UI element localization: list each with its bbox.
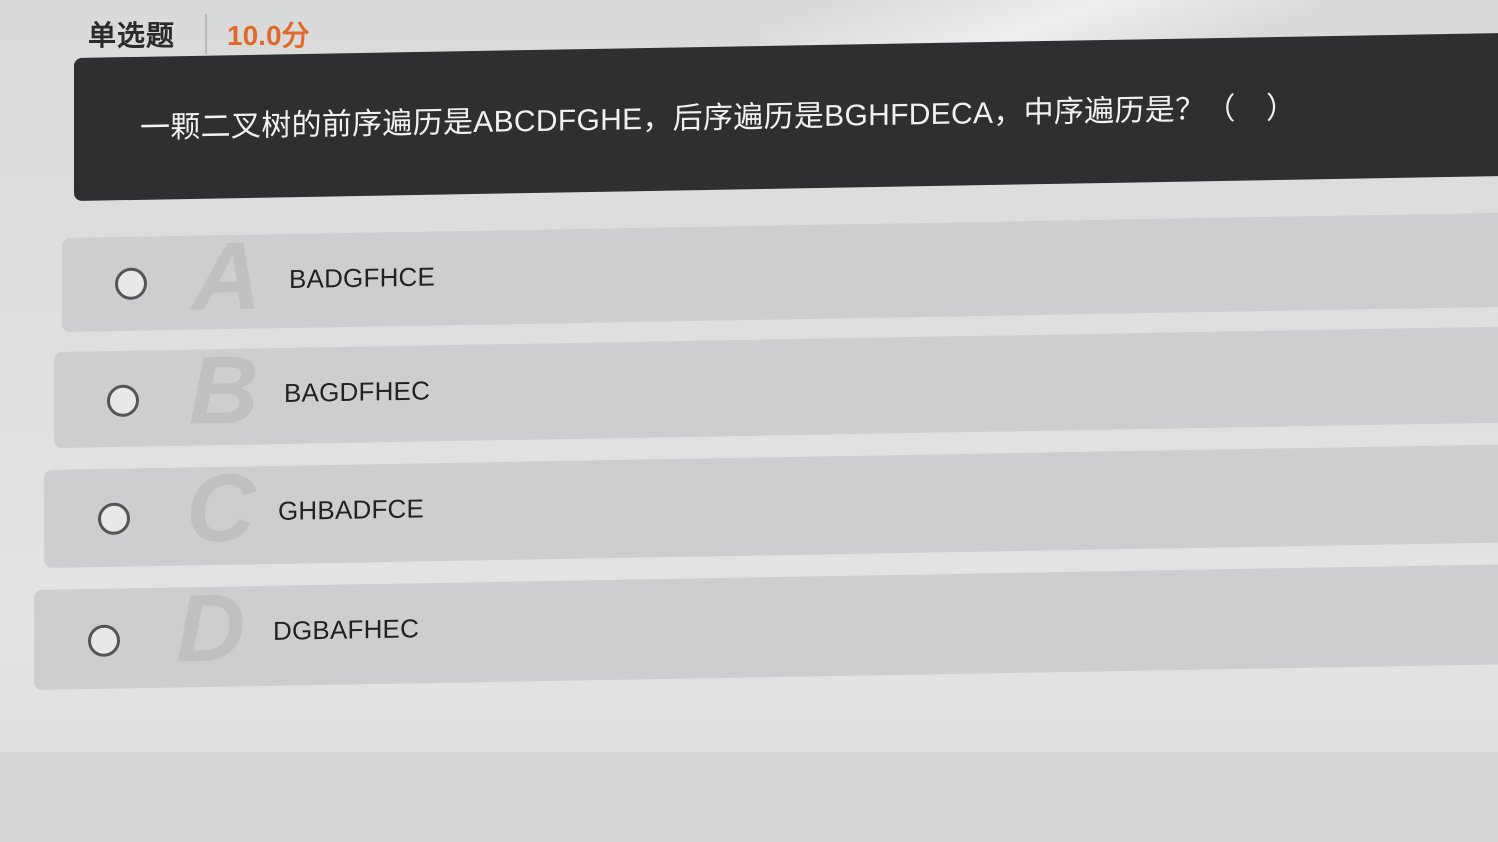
- question-header: 单选题 10.0分: [88, 14, 310, 54]
- option-text-d: DGBAFHEC: [273, 613, 420, 646]
- radio-button-d[interactable]: [88, 624, 120, 658]
- radio-button-a[interactable]: [115, 267, 147, 301]
- option-letter-d: D: [176, 574, 246, 683]
- option-letter-c: C: [186, 454, 256, 563]
- question-type-label: 单选题: [88, 20, 176, 51]
- option-text-b: BAGDFHEC: [284, 375, 431, 408]
- option-letter-a: A: [192, 222, 262, 331]
- option-b[interactable]: B BAGDFHEC: [54, 326, 1498, 448]
- question-text: 一颗二叉树的前序遍历是ABCDFGHE，后序遍历是BGHFDECA，中序遍历是？…: [140, 91, 1297, 145]
- page-footer-area: [0, 752, 1498, 842]
- option-c[interactable]: C GHBADFCE: [44, 444, 1498, 568]
- option-text-c: GHBADFCE: [278, 493, 425, 526]
- radio-button-b[interactable]: [107, 384, 139, 418]
- option-a[interactable]: A BADGFHCE: [62, 212, 1498, 332]
- option-d[interactable]: D DGBAFHEC: [34, 564, 1498, 690]
- question-bar: 一颗二叉树的前序遍历是ABCDFGHE，后序遍历是BGHFDECA，中序遍历是？…: [74, 33, 1498, 202]
- option-letter-b: B: [189, 336, 259, 445]
- radio-button-c[interactable]: [98, 502, 130, 536]
- option-text-a: BADGFHCE: [289, 261, 436, 295]
- question-score: 10.0分: [227, 20, 310, 51]
- header-divider: [205, 14, 208, 54]
